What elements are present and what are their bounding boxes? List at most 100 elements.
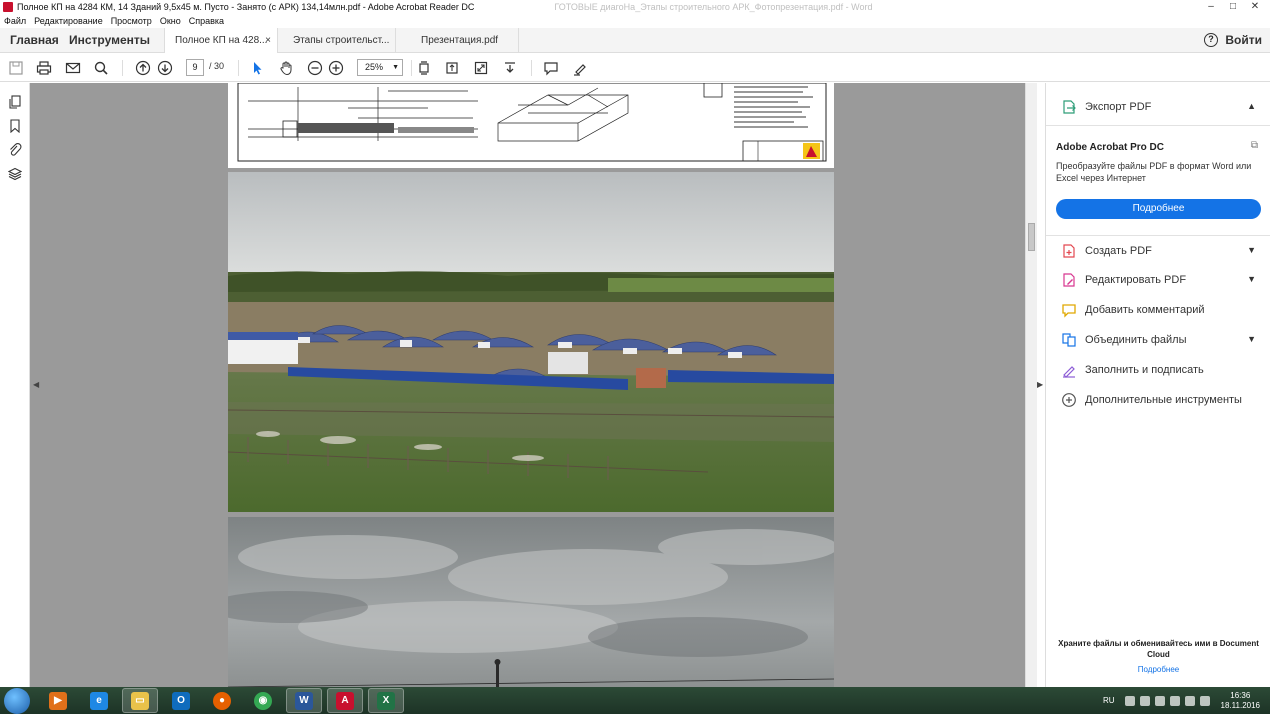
zoom-select[interactable]: 25% ▼ [357, 59, 403, 76]
zoom-out-icon[interactable] [306, 59, 324, 77]
comment-icon[interactable] [542, 59, 560, 77]
select-cursor-icon[interactable] [248, 59, 266, 77]
tool-create-pdf[interactable]: Создать PDF [1061, 243, 1152, 259]
taskbar-app-media-player[interactable]: ▶ [40, 688, 76, 713]
taskbar-app-firefox[interactable]: ● [204, 688, 240, 713]
system-clock[interactable]: 16:36 18.11.2016 [1221, 691, 1260, 711]
firefox-icon: ● [213, 691, 231, 710]
tool-add-comment[interactable]: Добавить комментарий [1061, 302, 1204, 318]
help-icon[interactable]: ? [1204, 33, 1218, 47]
rotate-icon[interactable] [443, 59, 461, 77]
next-page-icon[interactable] [156, 59, 174, 77]
media-player-icon: ▶ [49, 691, 67, 710]
acrobat-app-icon [3, 2, 13, 12]
tab-document-stages[interactable]: Этапы строительст... [283, 28, 396, 53]
menu-view[interactable]: Просмотр [107, 16, 156, 26]
acrobat-icon: A [336, 691, 354, 710]
create-pdf-icon [1063, 244, 1075, 258]
learn-more-button[interactable]: Подробнее [1056, 199, 1261, 219]
menu-file[interactable]: Файл [0, 16, 30, 26]
tab-document-label: Этапы строительст... [293, 35, 390, 46]
menu-help[interactable]: Справка [185, 16, 228, 26]
left-navigation-rail [0, 83, 30, 687]
close-window-button[interactable]: ✕ [1244, 0, 1266, 14]
fill-sign-icon [1063, 366, 1075, 378]
page-number-input[interactable]: 9 [186, 59, 204, 76]
sky-photo [208, 517, 838, 687]
outlook-icon: O [172, 691, 190, 710]
page-total: / 30 [209, 61, 225, 71]
document-viewport[interactable] [30, 83, 1025, 687]
menu-window[interactable]: Окно [156, 16, 185, 26]
collapse-right-pane-icon[interactable]: ▶ [1037, 380, 1043, 389]
chevron-up-icon[interactable]: ▲ [1247, 101, 1256, 111]
word-icon: W [295, 691, 313, 710]
search-icon[interactable] [92, 59, 110, 77]
toolbar-divider [531, 60, 532, 76]
menu-edit[interactable]: Редактирование [30, 16, 107, 26]
taskbar-app-excel[interactable]: X [368, 688, 404, 713]
save-icon[interactable] [7, 59, 25, 77]
close-tab-icon[interactable]: × [265, 28, 271, 53]
tool-more-tools[interactable]: Дополнительные инструменты [1061, 392, 1242, 408]
combine-files-icon [1062, 333, 1076, 347]
edit-pdf-icon [1063, 273, 1075, 287]
tab-document-active[interactable]: Полное КП на 428... × [164, 28, 278, 53]
taskbar-app-acrobat[interactable]: A [327, 688, 363, 713]
tray-antivirus-icon[interactable] [1184, 695, 1195, 706]
chevron-down-icon[interactable]: ▼ [1247, 245, 1256, 255]
excel-icon: X [377, 691, 395, 710]
tab-tools[interactable]: Инструменты [69, 33, 150, 47]
attachment-icon[interactable] [8, 143, 22, 157]
toolbar-divider [238, 60, 239, 76]
sign-in-button[interactable]: Войти [1225, 33, 1262, 47]
tool-combine-files[interactable]: Объединить файлы [1061, 332, 1187, 348]
background-window-title: ГОТОВЫЕ диагоНа_Этапы строительного АРК_… [554, 2, 873, 12]
tool-edit-pdf[interactable]: Редактировать PDF [1061, 272, 1186, 288]
zoom-in-icon[interactable] [327, 59, 345, 77]
tab-document-presentation[interactable]: Презентация.pdf [411, 28, 519, 53]
scroll-mode-icon[interactable] [415, 59, 433, 77]
technical-drawing [237, 83, 827, 162]
farm-photo [227, 172, 835, 512]
previous-page-icon[interactable] [134, 59, 152, 77]
clock-time: 16:36 [1230, 690, 1251, 700]
copy-icon[interactable]: ⧉ [1251, 140, 1258, 151]
taskbar-app-outlook[interactable]: O [163, 688, 199, 713]
tray-outlook-icon[interactable] [1139, 695, 1150, 706]
maximize-button[interactable]: □ [1222, 0, 1244, 14]
email-icon[interactable] [64, 59, 82, 77]
minimize-button[interactable]: – [1200, 0, 1222, 14]
print-icon[interactable] [35, 59, 53, 77]
taskbar-app-internet-explorer[interactable]: e [81, 688, 117, 713]
fit-page-icon[interactable] [472, 59, 490, 77]
vertical-scrollbar[interactable] [1025, 83, 1037, 687]
taskbar-app-chrome[interactable]: ◉ [245, 688, 281, 713]
tray-skype-icon[interactable] [1169, 695, 1180, 706]
download-icon[interactable] [501, 59, 519, 77]
tab-home[interactable]: Главная [10, 33, 59, 47]
file-explorer-icon: ▭ [131, 691, 149, 710]
taskbar-app-file-explorer[interactable]: ▭ [122, 688, 158, 713]
tool-fill-sign[interactable]: Заполнить и подписать [1061, 362, 1204, 378]
hand-tool-icon[interactable] [277, 59, 295, 77]
tray-flag-icon[interactable] [1124, 695, 1135, 706]
start-button[interactable] [4, 688, 30, 714]
chevron-down-icon[interactable]: ▼ [1247, 334, 1256, 344]
menu-bar: Файл Редактирование Просмотр Окно Справк… [0, 14, 1270, 28]
collapse-left-pane-icon[interactable]: ◀ [33, 380, 39, 389]
taskbar-app-word[interactable]: W [286, 688, 322, 713]
tool-label: Создать PDF [1085, 245, 1152, 257]
chevron-down-icon[interactable]: ▼ [1247, 274, 1256, 284]
tray-volume-icon[interactable] [1199, 695, 1210, 706]
layers-icon[interactable] [8, 167, 22, 181]
bookmark-icon[interactable] [8, 119, 22, 133]
page-thumbnails-icon[interactable] [8, 95, 22, 109]
export-pdf-tool[interactable]: Экспорт PDF [1061, 99, 1151, 115]
tray-network-icon[interactable] [1154, 695, 1165, 706]
internet-explorer-icon: e [90, 691, 108, 710]
scrollbar-thumb[interactable] [1028, 223, 1035, 251]
highlight-pen-icon[interactable] [571, 59, 589, 77]
language-indicator[interactable]: RU [1103, 696, 1115, 705]
document-cloud-learn-more-link[interactable]: Подробнее [1046, 665, 1270, 674]
